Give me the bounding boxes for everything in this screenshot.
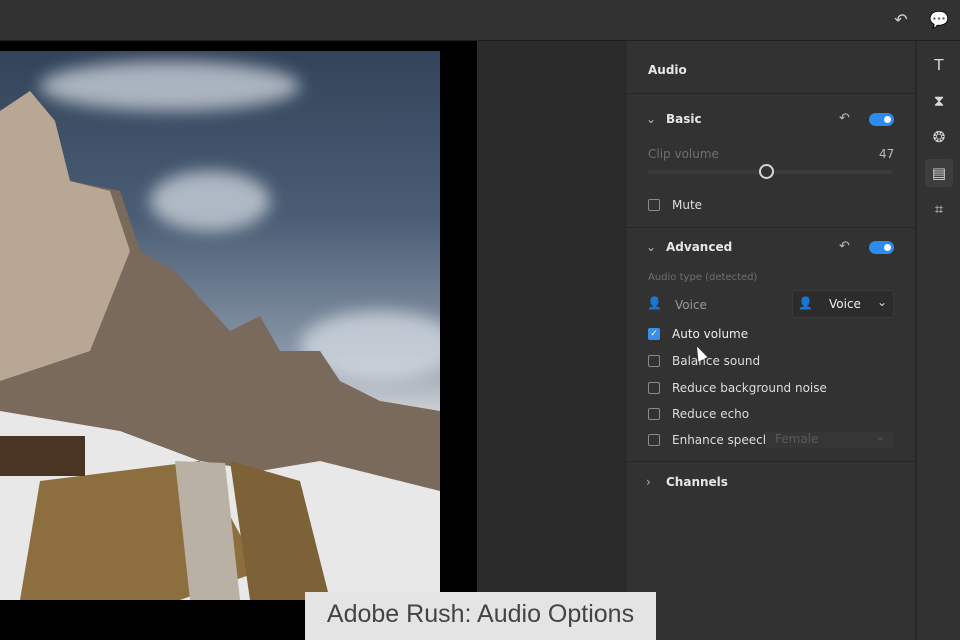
balance-sound-label: Balance sound <box>672 354 761 368</box>
panel-title: Audio <box>648 63 687 77</box>
enhance-speech-label: Enhance speech <box>672 433 771 447</box>
enhance-speech-checkbox[interactable] <box>648 434 660 446</box>
chevron-down-icon: ⌄ <box>646 240 657 254</box>
reset-icon[interactable]: ↶ <box>839 239 850 254</box>
mountain-illustration <box>0 91 440 600</box>
mute-checkbox[interactable] <box>648 199 660 211</box>
comment-icon[interactable]: 💬 <box>928 9 950 31</box>
chevron-down-icon: ⌄ <box>646 112 657 126</box>
top-bar: ↶ 💬 <box>0 0 960 41</box>
audio-type-select[interactable]: 👤 Voice ⌄ <box>792 290 894 318</box>
clip-volume-label: Clip volume <box>648 147 719 161</box>
color-icon[interactable]: ❂ <box>925 123 953 151</box>
reset-icon[interactable]: ↶ <box>839 111 850 126</box>
audio-type-label: Audio type (detected) <box>648 272 758 283</box>
basic-toggle[interactable] <box>869 113 894 126</box>
advanced-toggle[interactable] <box>869 241 894 254</box>
audio-panel: Audio ⌄ Basic ↶ Clip volume 47 Mute ⌄ Adva… <box>625 41 917 640</box>
channels-section-header[interactable]: › Channels <box>646 475 728 489</box>
detected-type: Voice <box>675 298 707 312</box>
balance-sound-checkbox[interactable] <box>648 355 660 367</box>
enhance-speech-select[interactable]: Female ⌄ <box>765 429 893 448</box>
titles-icon[interactable]: T <box>925 51 953 79</box>
chevron-down-icon: ⌄ <box>877 295 888 309</box>
tool-rail: T ⧗ ❂ ▤ ⌗ <box>917 41 960 640</box>
audio-icon[interactable]: ▤ <box>925 159 953 187</box>
voice-icon: 👤 <box>798 296 813 310</box>
chevron-down-icon: ⌄ <box>875 429 886 443</box>
auto-volume-checkbox[interactable]: ✓ <box>648 328 660 340</box>
reduce-echo-checkbox[interactable] <box>648 408 660 420</box>
undo-icon[interactable]: ↶ <box>890 9 912 31</box>
reduce-background-noise-checkbox[interactable] <box>648 382 660 394</box>
transitions-icon[interactable]: ⧗ <box>925 87 953 115</box>
clip-volume-value: 47 <box>879 147 895 161</box>
voice-icon: 👤 <box>647 296 662 310</box>
crop-icon[interactable]: ⌗ <box>925 195 953 223</box>
slider-knob[interactable] <box>759 164 774 179</box>
mute-label: Mute <box>672 198 703 212</box>
auto-volume-label: Auto volume <box>672 327 749 341</box>
chevron-right-icon: › <box>646 475 651 489</box>
basic-section-header[interactable]: ⌄ Basic <box>646 112 702 126</box>
reduce-background-noise-label: Reduce background noise <box>672 381 827 395</box>
video-preview[interactable] <box>0 51 440 600</box>
reduce-echo-label: Reduce echo <box>672 407 750 421</box>
advanced-section-header[interactable]: ⌄ Advanced <box>646 240 732 254</box>
caption: Adobe Rush: Audio Options <box>305 592 656 640</box>
viewer-background <box>477 41 625 640</box>
